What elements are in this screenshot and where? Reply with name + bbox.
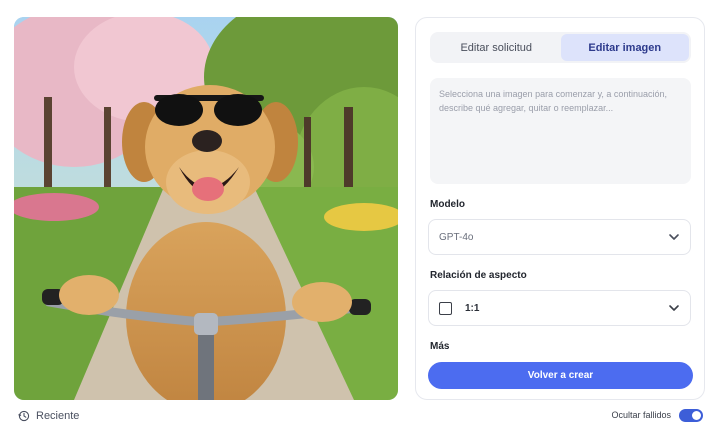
aspect-ratio-label: Relación de aspecto (430, 270, 527, 281)
aspect-ratio-value: 1:1 (465, 302, 480, 314)
prompt-input[interactable] (430, 78, 691, 184)
mode-tabs: Editar solicitud Editar imagen (430, 32, 691, 63)
recreate-button[interactable]: Volver a crear (428, 362, 693, 389)
aspect-ratio-select[interactable]: 1:1 (428, 290, 691, 326)
more-options-label[interactable]: Más (430, 341, 449, 352)
tab-edit-image[interactable]: Editar imagen (560, 34, 689, 61)
preview-image (14, 17, 398, 400)
model-select[interactable]: GPT-4o (428, 219, 691, 255)
model-label: Modelo (430, 199, 465, 210)
square-ratio-icon (439, 301, 452, 315)
chevron-down-icon (669, 234, 679, 240)
recent-label: Reciente (36, 410, 80, 422)
toggle-knob (692, 410, 701, 420)
hide-failed-toggle[interactable] (679, 408, 703, 422)
recent-link[interactable]: Reciente (18, 407, 79, 425)
edit-panel: Editar solicitud Editar imagen Modelo GP… (415, 17, 705, 400)
chevron-down-icon (669, 305, 679, 311)
hide-failed-label: Ocultar fallidos (611, 410, 671, 420)
hide-failed-control: Ocultar fallidos (611, 407, 703, 423)
model-value: GPT-4o (439, 231, 474, 243)
image-preview[interactable] (14, 17, 398, 400)
tab-edit-prompt[interactable]: Editar solicitud (432, 34, 561, 61)
history-icon (18, 410, 30, 422)
